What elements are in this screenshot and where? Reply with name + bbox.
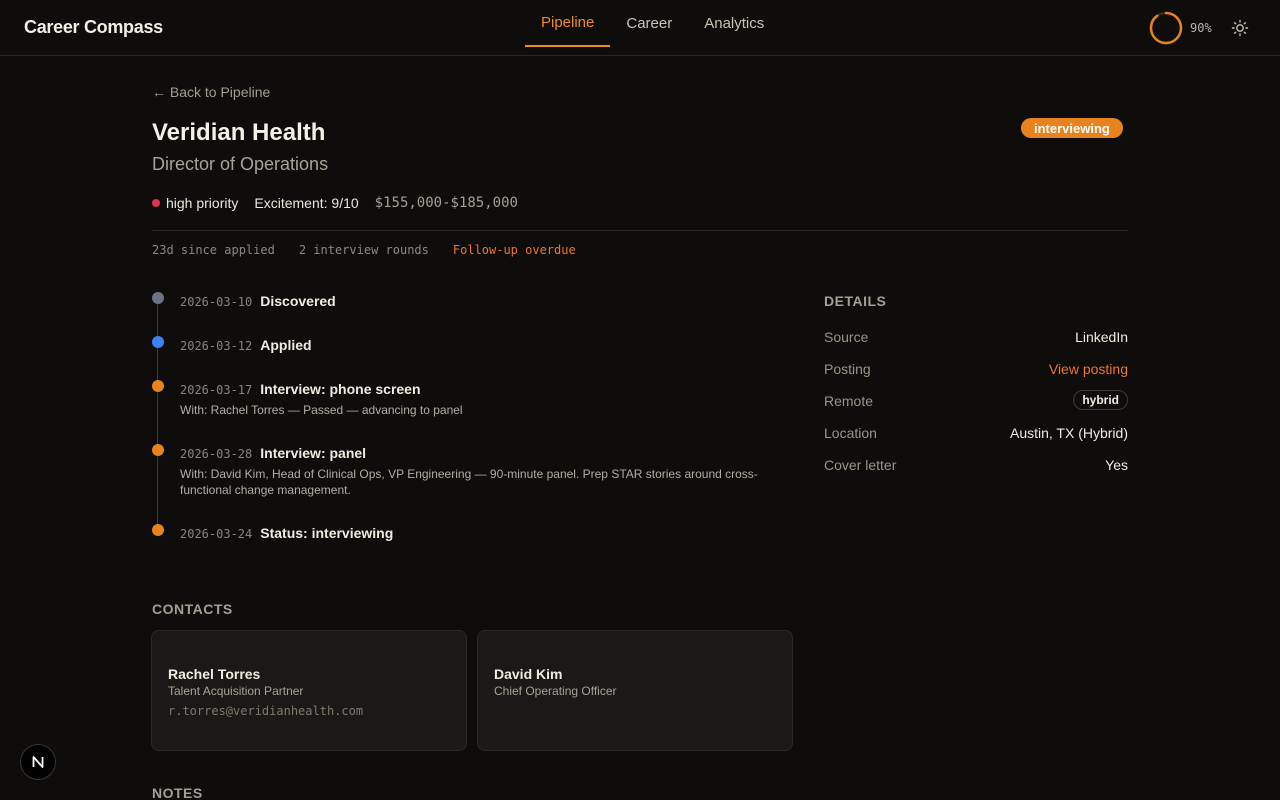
job-stats: 23d since applied 2 interview rounds Fol… [152,243,600,257]
detail-key: Cover letter [824,457,897,473]
timeline-dot-icon [152,524,164,536]
timeline-title: Discovered [260,293,336,309]
view-posting-link[interactable]: View posting [1049,361,1128,377]
days-since-applied: 23d since applied [152,243,275,257]
timeline-title: Interview: phone screen [260,381,421,397]
tab-career[interactable]: Career [610,0,688,47]
timeline-dot-icon [152,292,164,304]
timeline-date: 2026-03-10 [180,295,253,309]
contact-email[interactable]: r.torres@veridianhealth.com [168,704,363,718]
tab-analytics[interactable]: Analytics [688,0,780,47]
detail-row-remote: Remote hybrid [824,390,1128,413]
timeline-title: Interview: panel [260,445,367,461]
detail-key: Remote [824,393,874,409]
contact-role: Chief Operating Officer [494,684,617,698]
top-bar: Career Compass Pipeline Career Analytics… [0,0,1280,56]
contact-role: Talent Acquisition Partner [168,684,304,698]
timeline-title: Applied [260,337,312,353]
timeline-dot-icon [152,336,164,348]
timeline-date: 2026-03-24 [180,527,253,541]
timeline-date: 2026-03-17 [180,383,253,397]
detail-row-location: Location Austin, TX (Hybrid) [824,425,1128,445]
timeline-date: 2026-03-12 [180,339,253,353]
details-title: DETAILS [824,293,887,309]
divider [152,230,1128,231]
contact-card[interactable]: David Kim Chief Operating Officer [477,630,793,751]
status-badge: interviewing [1021,118,1123,138]
app-title[interactable]: Career Compass [24,17,163,38]
timeline-title: Status: interviewing [260,525,394,541]
contact-name: Rachel Torres [168,666,261,682]
n-logo-icon [32,756,44,768]
detail-row-cover-letter: Cover letter Yes [824,457,1128,477]
interview-rounds: 2 interview rounds [298,243,429,257]
detail-row-source: Source LinkedIn [824,329,1128,349]
job-role: Director of Operations [152,154,329,174]
timeline-dot-icon [152,444,164,456]
notes-title: NOTES [152,785,203,800]
contact-card[interactable]: Rachel Torres Talent Acquisition Partner… [151,630,467,751]
salary-range: $155,000-$185,000 [374,195,518,211]
tab-pipeline[interactable]: Pipeline [525,0,611,47]
contact-name: David Kim [494,666,563,682]
excitement-label: Excitement: 9/10 [254,195,359,211]
detail-row-posting: Posting View posting [824,361,1128,381]
timeline-line [157,298,158,532]
detail-value: Austin, TX (Hybrid) [1010,425,1128,441]
profile-progress: 90% [1149,11,1212,45]
sun-icon[interactable] [1231,19,1249,37]
detail-value: Yes [1105,457,1128,473]
timeline-date: 2026-03-28 [180,447,253,461]
timeline-note: With: Rachel Torres — Passed — advancing… [180,403,463,417]
back-to-pipeline-link[interactable]: ← Back to Pipeline [152,84,270,100]
detail-key: Posting [824,361,871,377]
priority-label: high priority [166,195,239,211]
timeline-note: With: David Kim, Head of Clinical Ops, V… [180,467,758,497]
dev-tools-badge[interactable] [20,744,56,780]
timeline-dot-icon [152,380,164,392]
detail-value: LinkedIn [1075,329,1128,345]
followup-overdue: Follow-up overdue [452,243,576,257]
priority-dot-icon [152,199,160,207]
contacts-title: CONTACTS [152,601,233,617]
progress-ring [1149,11,1183,45]
detail-key: Location [824,425,877,441]
remote-badge: hybrid [1073,390,1128,410]
progress-percent: 90% [1190,21,1212,35]
detail-key: Source [824,329,869,345]
job-meta: high priority Excitement: 9/10 $155,000-… [152,195,518,211]
details-panel: DETAILS Source LinkedIn Posting View pos… [824,293,1128,473]
company-name: Veridian Health [152,119,326,146]
main-nav: Pipeline Career Analytics [525,0,780,56]
